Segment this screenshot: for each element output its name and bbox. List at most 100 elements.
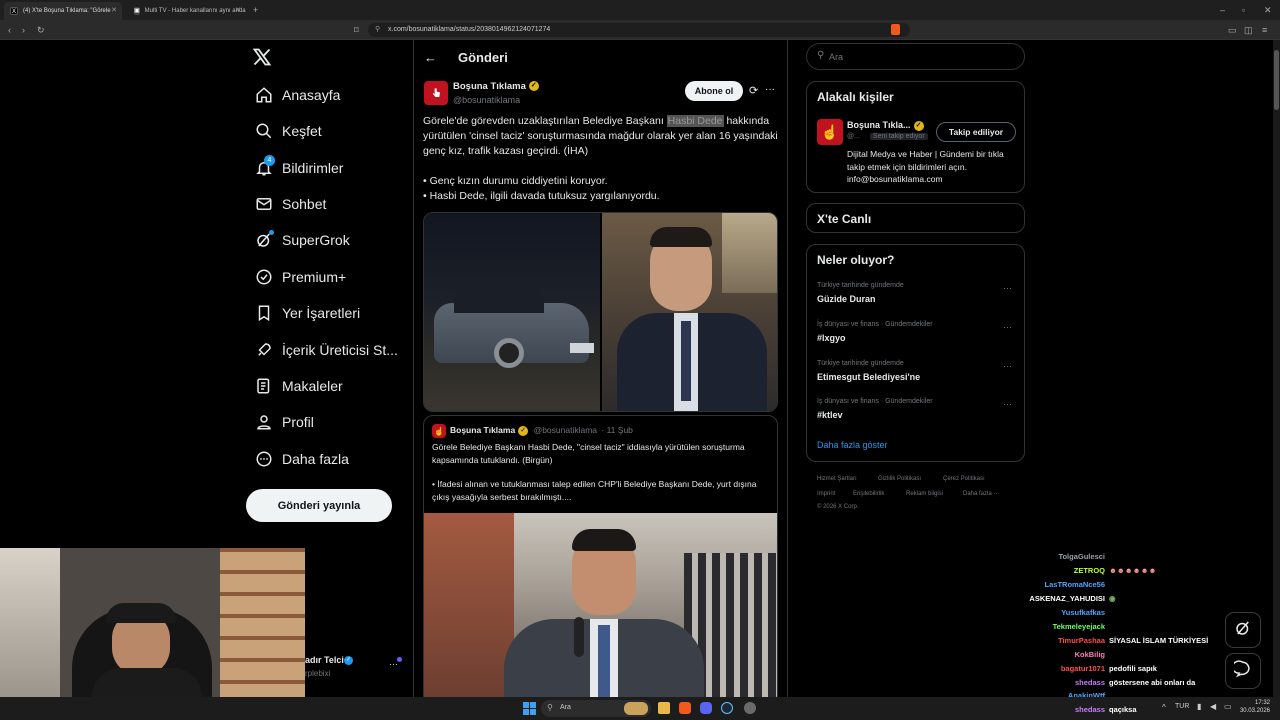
brave-shield-icon[interactable]: [891, 24, 900, 35]
chat-line: TolgaGulesci: [0, 552, 1280, 565]
mail-icon: [254, 194, 274, 214]
quoted-author-avatar: ☝: [432, 424, 446, 438]
nav-label: Keşfet: [282, 123, 322, 139]
post-more-icon[interactable]: ···: [765, 84, 775, 95]
car-photo[interactable]: [424, 213, 600, 411]
author-avatar[interactable]: [424, 81, 448, 105]
nav-supergrok[interactable]: SuperGrok: [254, 227, 350, 253]
grok-explain-icon[interactable]: ⟳: [749, 84, 758, 97]
trend-more-icon[interactable]: ···: [1003, 361, 1012, 371]
live-panel[interactable]: X'te Canlı: [806, 203, 1025, 233]
footer-link[interactable]: Çerez Politikası: [943, 476, 985, 482]
following-button[interactable]: Takip ediliyor: [936, 122, 1016, 142]
grok-fab[interactable]: [1225, 612, 1261, 648]
reload-icon[interactable]: ↻: [37, 25, 45, 35]
nav-label: Anasayfa: [282, 87, 341, 103]
nav-label: Profil: [282, 414, 314, 430]
related-name-row[interactable]: Boşuna Tıkla... ✓: [847, 120, 924, 131]
forward-icon[interactable]: ›: [22, 25, 25, 35]
nav-chat[interactable]: Sohbet: [254, 191, 326, 217]
post-bullet: • Hasbi Dede, ilgili davada tutuksuz yar…: [423, 190, 660, 202]
footer-link[interactable]: Daha fazla ···: [963, 491, 999, 497]
extensions-icon[interactable]: ▭: [1228, 25, 1237, 35]
trend-more-icon[interactable]: ···: [1003, 283, 1012, 293]
trend-item[interactable]: #lxgyo: [817, 333, 846, 343]
bookmark-page-icon[interactable]: ⌑: [354, 25, 359, 35]
mayor-photo[interactable]: [602, 213, 777, 411]
trend-item[interactable]: Güzide Duran: [817, 294, 876, 304]
car-window: [454, 287, 544, 313]
footer-link[interactable]: Hizmet Şartları: [817, 476, 857, 482]
show-more-link[interactable]: Daha fazla göster: [817, 440, 888, 450]
close-window-icon[interactable]: ✕: [1264, 5, 1272, 15]
trends-panel: Neler oluyor?: [806, 244, 1025, 462]
subscribe-button[interactable]: Abone ol: [685, 81, 743, 101]
post-button[interactable]: Gönderi yayınla: [246, 489, 392, 522]
footer-link[interactable]: Gizlilik Politikası: [878, 476, 921, 482]
back-icon[interactable]: ‹: [8, 25, 11, 35]
tv-favicon-icon: ▣: [134, 7, 140, 15]
quoted-author-handle: @bosunatiklama: [533, 425, 598, 435]
nav-articles[interactable]: Makaleler: [254, 373, 343, 399]
related-bio: Dijital Medya ve Haber | Gündemi bir tık…: [847, 149, 1004, 184]
back-arrow-icon[interactable]: ←: [424, 50, 437, 65]
related-avatar[interactable]: ☝: [817, 119, 843, 145]
tab-close-icon[interactable]: ✕: [111, 6, 117, 14]
nav-label: İçerik Üreticisi St...: [282, 342, 398, 358]
search-box[interactable]: ⚲ Ara: [806, 43, 1025, 70]
copyright: © 2026 X Corp.: [817, 504, 859, 510]
search-placeholder: Ara: [829, 52, 844, 62]
chat-line: KokBilig: [0, 650, 1280, 663]
author-handle[interactable]: @bosunatiklama: [453, 95, 520, 105]
site-info-icon[interactable]: ⚲: [375, 23, 380, 37]
chat-username: shedass: [1074, 705, 1105, 714]
related-handle: @...: [847, 133, 860, 140]
bookmark-icon: [254, 303, 274, 323]
browser-tab[interactable]: ▣ Multi TV - Haber kanallarını aynı anda…: [128, 2, 246, 20]
nav-premium[interactable]: Premium+: [254, 264, 346, 290]
nav-bookmarks[interactable]: Yer İşaretleri: [254, 300, 360, 326]
footer-link[interactable]: Imprint: [817, 491, 835, 497]
nav-explore[interactable]: Keşfet: [254, 118, 322, 144]
car-wheel: [494, 338, 524, 368]
nav-more[interactable]: Daha fazla: [254, 446, 349, 472]
page-title: Gönderi: [458, 50, 508, 65]
url-field[interactable]: ⚲ x.com/bosunatiklama/status/20380149621…: [368, 23, 910, 37]
tie: [681, 321, 691, 401]
nav-home[interactable]: Anasayfa: [254, 82, 340, 108]
related-name: Boşuna Tıkla...: [847, 120, 911, 130]
footer-link[interactable]: Reklam bilgisi: [906, 491, 943, 497]
chat-username: Tekmeleyejack: [1052, 622, 1105, 631]
home-icon: [254, 85, 274, 105]
author-name: Boşuna Tıklama: [453, 81, 526, 92]
maximize-icon[interactable]: ▫: [1242, 5, 1245, 15]
minimize-icon[interactable]: –: [1220, 5, 1225, 15]
nav-notifications[interactable]: 4 Bildirimler: [254, 155, 343, 181]
chat-username: TolgaGulesci: [1058, 552, 1105, 561]
trend-item[interactable]: #ktlev: [817, 410, 843, 420]
url-text: x.com/bosunatiklama/status/2038014962124…: [388, 26, 551, 33]
messages-fab[interactable]: [1225, 653, 1261, 689]
tab-title: Multi TV - Haber kanallarını aynı anda: [144, 8, 246, 14]
chat-line: shedass qaçıksa: [0, 705, 1280, 718]
chat-username: ASKENAZ_YAHUDISI: [1029, 594, 1105, 603]
scrollbar-thumb[interactable]: [1274, 50, 1279, 110]
x-logo-icon[interactable]: [252, 47, 274, 69]
trend-item[interactable]: Etimesgut Belediyesi'ne: [817, 372, 920, 382]
nav-profile[interactable]: Profil: [254, 409, 314, 435]
more-icon: [254, 449, 274, 469]
new-tab-icon[interactable]: +: [253, 5, 258, 15]
post-media[interactable]: [423, 212, 778, 412]
chat-line: ASKENAZ_YAHUDISI ◉: [0, 594, 1280, 607]
trend-more-icon[interactable]: ···: [1003, 399, 1012, 409]
wallet-icon[interactable]: ◫: [1244, 25, 1253, 35]
chat-line: LasTRomaNce56: [0, 580, 1280, 593]
trend-more-icon[interactable]: ···: [1003, 322, 1012, 332]
nav-creator-studio[interactable]: İçerik Üreticisi St...: [254, 337, 398, 363]
tab-close-icon[interactable]: ✕: [235, 6, 241, 14]
author-name-row[interactable]: Boşuna Tıklama ✓: [453, 81, 539, 92]
footer-link[interactable]: Erişilebilirlik: [853, 491, 884, 497]
browser-tab-active[interactable]: X (4) X'te Boşuna Tıklama: "Görele ✕: [4, 2, 122, 20]
x-favicon-icon: X: [10, 7, 18, 15]
menu-icon[interactable]: ≡: [1262, 25, 1267, 35]
